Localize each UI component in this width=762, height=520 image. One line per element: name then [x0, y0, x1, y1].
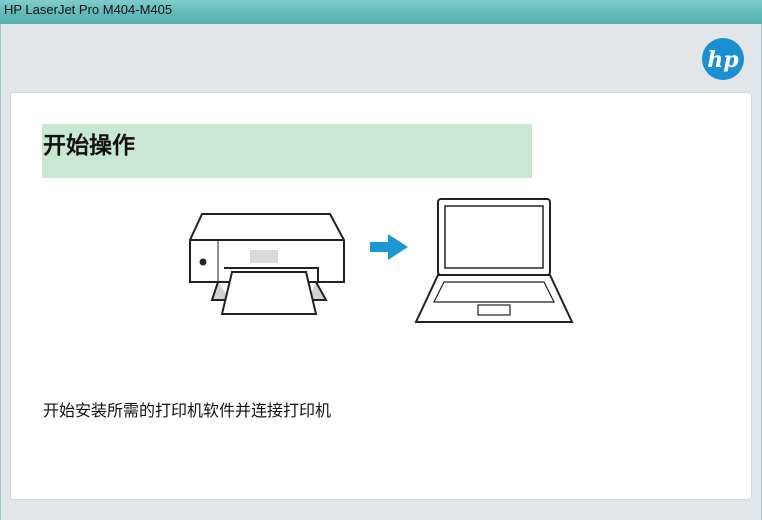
- hp-logo-icon: hp: [702, 38, 744, 80]
- laptop-icon: [414, 198, 574, 323]
- hp-logo-text: hp: [707, 47, 739, 73]
- description-text: 开始安装所需的打印机软件并连接打印机: [43, 401, 332, 420]
- printer-to-laptop-illustration: [189, 198, 574, 323]
- title-bar[interactable]: HP LaserJet Pro M404-M405: [0, 0, 762, 24]
- window-title: HP LaserJet Pro M404-M405: [4, 2, 173, 17]
- arrow-right-icon: [370, 234, 408, 260]
- printer-icon: [189, 213, 345, 315]
- page-title: 开始操作: [43, 132, 135, 159]
